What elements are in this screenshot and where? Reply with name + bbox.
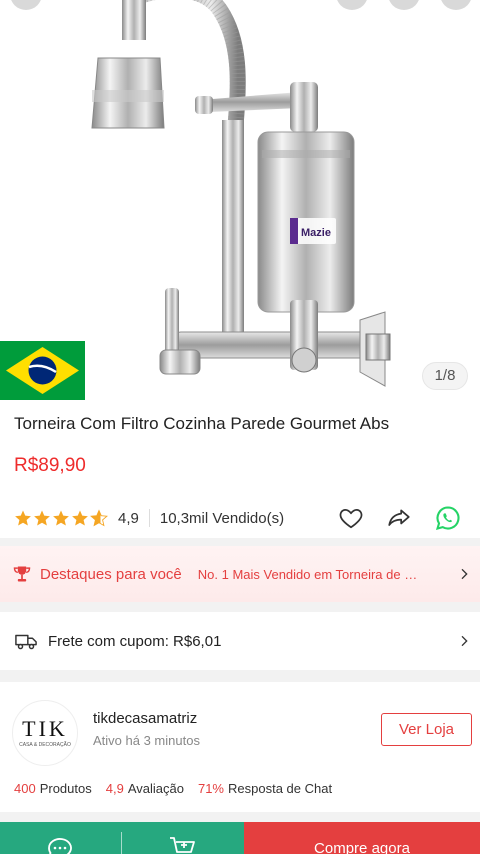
share-icon[interactable]	[386, 505, 412, 531]
store-logo-text: TIK	[22, 716, 68, 741]
stat-rating: 4,9 Avaliação	[105, 781, 184, 796]
divider	[121, 832, 122, 854]
rating-stars	[14, 509, 108, 527]
rating-value: 4,9	[118, 509, 139, 527]
cart-add-icon[interactable]	[168, 836, 198, 854]
stat-chat-response: 71% Resposta de Chat	[197, 781, 333, 796]
trophy-icon	[13, 566, 31, 582]
star-icon	[72, 510, 88, 526]
divider	[148, 509, 150, 527]
highlights-text: No. 1 Mais Vendido em Torneira de Cozinh…	[197, 566, 426, 582]
highlights-label: Destaques para você	[40, 565, 182, 583]
product-photo: Mazie	[91, 0, 391, 387]
chevron-right-icon	[461, 635, 468, 647]
product-info: Torneira Com Filtro Cozinha Parede Gourm…	[0, 400, 480, 538]
store-logo-subtext: CASA & DECORAÇÃO	[19, 742, 71, 748]
star-half-icon	[90, 509, 108, 527]
shipping-text: Frete com cupom: R$6,01	[48, 632, 222, 650]
shipping-row[interactable]: Frete com cupom: R$6,01	[0, 612, 480, 670]
bottom-action-bar: Compre agora	[0, 822, 480, 854]
truck-icon	[15, 634, 37, 650]
visit-store-button[interactable]: Ver Loja	[381, 713, 472, 746]
product-image-gallery[interactable]: Mazie 1/8	[0, 0, 480, 400]
bottom-green-actions	[0, 822, 244, 854]
chat-icon[interactable]	[46, 836, 76, 854]
chevron-right-icon	[461, 568, 468, 580]
svg-text:Mazie: Mazie	[301, 227, 331, 239]
stat-products: 400 Produtos	[14, 781, 92, 796]
star-icon	[34, 510, 50, 526]
star-icon	[53, 510, 69, 526]
heart-icon[interactable]	[338, 505, 364, 531]
image-counter: 1/8	[422, 362, 468, 390]
product-page: Mazie 1/8 Torneira Com Filtro Cozinha Pa…	[0, 0, 480, 854]
star-icon	[15, 510, 31, 526]
buy-now-button[interactable]: Compre agora	[244, 822, 480, 854]
highlights-banner[interactable]: Destaques para você No. 1 Mais Vendido e…	[0, 546, 480, 602]
store-section: TIK CASA & DECORAÇÃO tikdecasamatriz Ati…	[0, 682, 480, 812]
whatsapp-icon[interactable]	[434, 504, 462, 532]
product-title: Torneira Com Filtro Cozinha Parede Gourm…	[14, 414, 390, 433]
product-price: R$89,90	[14, 455, 86, 476]
product-actions	[338, 504, 462, 532]
store-active-status: Ativo há 3 minutos	[93, 733, 200, 748]
store-name[interactable]: tikdecasamatriz	[93, 710, 197, 727]
store-stats: 400 Produtos 4,9 Avaliação 71% Resposta de …	[14, 781, 346, 796]
sold-count: 10,3mil Vendido(s)	[159, 509, 285, 527]
brazil-flag-icon	[0, 341, 85, 400]
store-logo[interactable]: TIK CASA & DECORAÇÃO	[12, 700, 78, 766]
